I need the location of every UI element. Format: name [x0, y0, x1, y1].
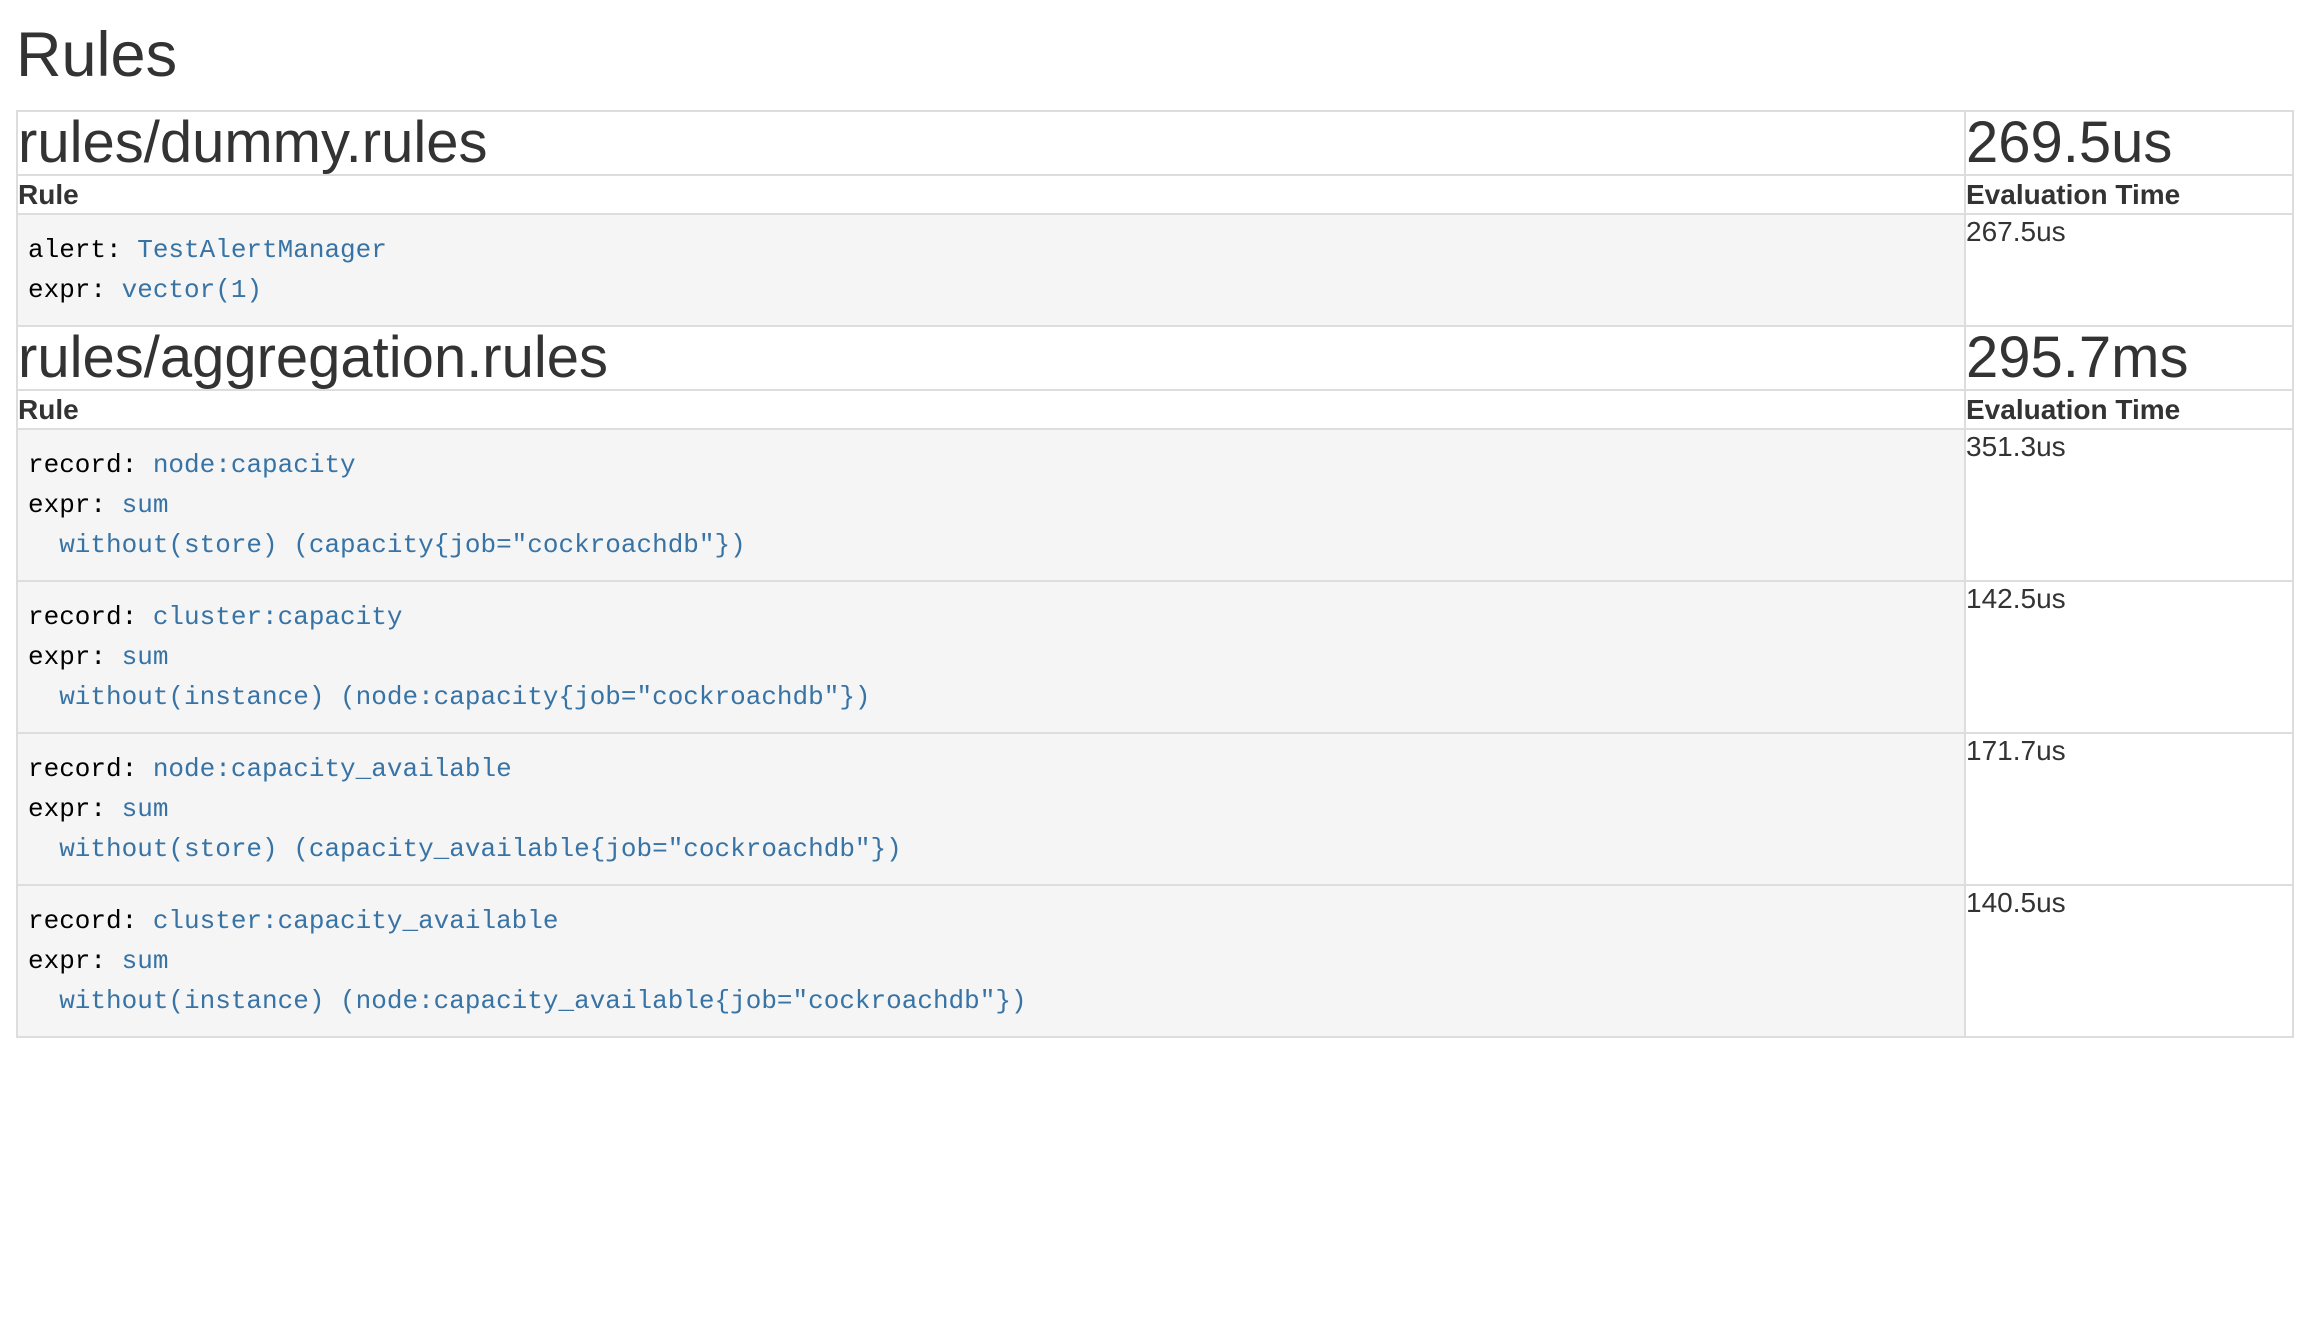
rule-keyword: alert:	[28, 235, 137, 265]
rule-keyword: record:	[28, 906, 153, 936]
rule-definition: record: cluster:capacity expr: sum witho…	[18, 582, 1964, 732]
rule-evaluation-time: 142.5us	[1965, 581, 2293, 733]
rule-evaluation-time: 267.5us	[1965, 214, 2293, 326]
rule-row: record: cluster:capacity expr: sum witho…	[17, 581, 2293, 733]
rule-keyword: record:	[28, 450, 153, 480]
rule-row: record: node:capacity expr: sum without(…	[17, 429, 2293, 581]
rules-page: Rules rules/dummy.rules 269.5us Rule Eva…	[0, 0, 2316, 1038]
rule-name-link[interactable]: TestAlertManager	[137, 235, 387, 265]
rule-group-eval-time-cell: 269.5us	[1965, 111, 2293, 175]
rule-definition: alert: TestAlertManager expr: vector(1)	[18, 215, 1964, 325]
rule-keyword: expr:	[28, 275, 122, 305]
time-column-header: Evaluation Time	[1965, 390, 2293, 429]
rule-definition-cell: record: cluster:capacity_available expr:…	[17, 885, 1965, 1037]
rule-group-file: rules/dummy.rules	[18, 112, 1964, 174]
rule-expr-link[interactable]: without(instance) (node:capacity_availab…	[28, 986, 1027, 1016]
rule-group-file-cell: rules/aggregation.rules	[17, 326, 1965, 390]
rule-row: record: node:capacity_available expr: su…	[17, 733, 2293, 885]
rule-column-header: Rule	[17, 175, 1965, 214]
rule-row: record: cluster:capacity_available expr:…	[17, 885, 2293, 1037]
rule-group-header-row: rules/aggregation.rules 295.7ms	[17, 326, 2293, 390]
rule-row: alert: TestAlertManager expr: vector(1) …	[17, 214, 2293, 326]
rule-column-header: Rule	[17, 390, 1965, 429]
rule-definition: record: cluster:capacity_available expr:…	[18, 886, 1964, 1036]
rule-keyword: expr:	[28, 642, 122, 672]
rule-name-link[interactable]: cluster:capacity	[153, 602, 403, 632]
rule-group-file: rules/aggregation.rules	[18, 327, 1964, 389]
rule-group-file-cell: rules/dummy.rules	[17, 111, 1965, 175]
rule-group-evaluation-time: 269.5us	[1966, 112, 2292, 174]
rule-evaluation-time: 351.3us	[1965, 429, 2293, 581]
rule-definition: record: node:capacity expr: sum without(…	[18, 430, 1964, 580]
rule-keyword: expr:	[28, 794, 122, 824]
rule-expr-link[interactable]: sum	[122, 490, 169, 520]
column-header-row: Rule Evaluation Time	[17, 175, 2293, 214]
page-title: Rules	[16, 22, 2294, 88]
rule-definition-cell: alert: TestAlertManager expr: vector(1)	[17, 214, 1965, 326]
rule-keyword: expr:	[28, 946, 122, 976]
time-column-header: Evaluation Time	[1965, 175, 2293, 214]
rule-expr-link[interactable]: sum	[122, 946, 169, 976]
rule-expr-link[interactable]: sum	[122, 642, 169, 672]
rule-expr-link[interactable]: without(store) (capacity{job="cockroachd…	[28, 530, 746, 560]
rule-expr-link[interactable]: without(instance) (node:capacity{job="co…	[28, 682, 871, 712]
rule-name-link[interactable]: node:capacity	[153, 450, 356, 480]
rule-group-eval-time-cell: 295.7ms	[1965, 326, 2293, 390]
column-header-row: Rule Evaluation Time	[17, 390, 2293, 429]
rule-expr-link[interactable]: vector(1)	[122, 275, 262, 305]
rule-definition-cell: record: node:capacity_available expr: su…	[17, 733, 1965, 885]
rule-expr-link[interactable]: without(store) (capacity_available{job="…	[28, 834, 902, 864]
rule-definition-cell: record: node:capacity expr: sum without(…	[17, 429, 1965, 581]
rule-keyword: record:	[28, 602, 153, 632]
rule-keyword: expr:	[28, 490, 122, 520]
rules-table: rules/dummy.rules 269.5us Rule Evaluatio…	[16, 110, 2294, 1038]
rule-evaluation-time: 171.7us	[1965, 733, 2293, 885]
rule-group-evaluation-time: 295.7ms	[1966, 327, 2292, 389]
rule-definition-cell: record: cluster:capacity expr: sum witho…	[17, 581, 1965, 733]
rule-group-header-row: rules/dummy.rules 269.5us	[17, 111, 2293, 175]
rule-evaluation-time: 140.5us	[1965, 885, 2293, 1037]
rule-name-link[interactable]: node:capacity_available	[153, 754, 512, 784]
rule-definition: record: node:capacity_available expr: su…	[18, 734, 1964, 884]
rule-name-link[interactable]: cluster:capacity_available	[153, 906, 559, 936]
rule-expr-link[interactable]: sum	[122, 794, 169, 824]
rule-keyword: record:	[28, 754, 153, 784]
